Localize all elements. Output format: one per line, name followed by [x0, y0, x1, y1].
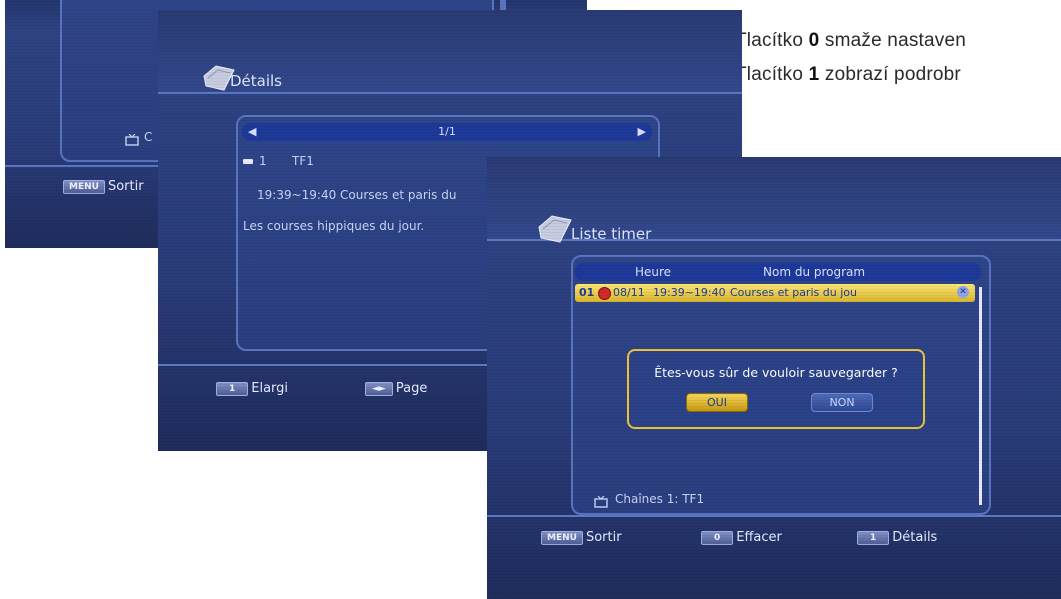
row-program: Courses et paris du jou	[730, 286, 857, 299]
details-channel-name: TF1	[292, 154, 314, 168]
key-1-icon: 1	[857, 530, 890, 545]
details-event-line: 19:39~19:40 Courses et paris du	[257, 188, 457, 202]
dialog-yes-button[interactable]: OUI	[686, 393, 748, 412]
footer-effacer[interactable]: 0 Effacer	[701, 527, 782, 546]
back-tv-icon	[125, 131, 139, 150]
timer-channel-label: Chaînes 1: TF1	[615, 492, 705, 506]
menu-key-icon: MENU	[541, 530, 583, 545]
arrow-keys-icon: ◄►	[365, 381, 393, 396]
manual-text-line-1: Tlacítko 0 smaže nastaven	[735, 30, 967, 51]
delete-x-icon[interactable]: ✕	[957, 286, 969, 298]
confirm-dialog: Êtes-vous sûr de vouloir sauvegarder ? O…	[627, 349, 925, 429]
dialog-question: Êtes-vous sûr de vouloir sauvegarder ?	[654, 365, 898, 380]
row-index: 01	[579, 286, 595, 299]
details-pager-bar[interactable]: ◀ 1/1 ▶	[242, 123, 652, 141]
details-footer-page[interactable]: ◄► Page	[365, 378, 427, 397]
details-footer-elargi[interactable]: 1 Elargi	[216, 378, 288, 397]
channel-marker-icon	[243, 159, 253, 164]
details-channel-number: 1	[259, 154, 267, 168]
timer-row[interactable]: 01 08/11 19:39~19:40 Courses et paris du…	[575, 284, 975, 302]
timer-title: Liste timer	[571, 225, 652, 243]
details-title: Détails	[230, 72, 283, 90]
row-time: 19:39~19:40	[653, 286, 726, 299]
footer-details[interactable]: 1 Détails	[857, 527, 937, 546]
dialog-no-button[interactable]: NON	[811, 393, 873, 412]
folder-icon	[537, 214, 573, 248]
details-description: Les courses hippiques du jour.	[243, 219, 425, 233]
manual-text-line-2: Tlacítko 1 zobrazí podrobr	[735, 64, 961, 85]
screen-timer: Liste timer Heure Nom du program 01 08/1…	[487, 157, 1061, 599]
footer-sortir[interactable]: MENU Sortir	[541, 527, 622, 546]
back-channel-label: C	[144, 130, 153, 144]
timer-column-header: Heure Nom du program	[575, 263, 981, 281]
column-time: Heure	[635, 265, 672, 279]
pager-right-arrow-icon[interactable]: ▶	[638, 125, 646, 138]
manual-key-1: 1	[808, 64, 820, 85]
menu-key-icon: MENU	[63, 179, 105, 194]
key-0-icon: 0	[701, 530, 734, 545]
record-icon	[598, 287, 611, 300]
tv-icon	[594, 493, 608, 512]
row-date: 08/11	[613, 286, 645, 299]
key-1-icon: 1	[216, 381, 249, 396]
column-program: Nom du program	[763, 265, 866, 279]
manual-key-0: 0	[808, 30, 820, 51]
back-footer-menu[interactable]: MENU Sortir	[63, 176, 144, 195]
timer-scrollbar[interactable]	[979, 287, 982, 505]
timer-footer-line	[487, 515, 1061, 517]
details-pager-text: 1/1	[438, 125, 456, 138]
